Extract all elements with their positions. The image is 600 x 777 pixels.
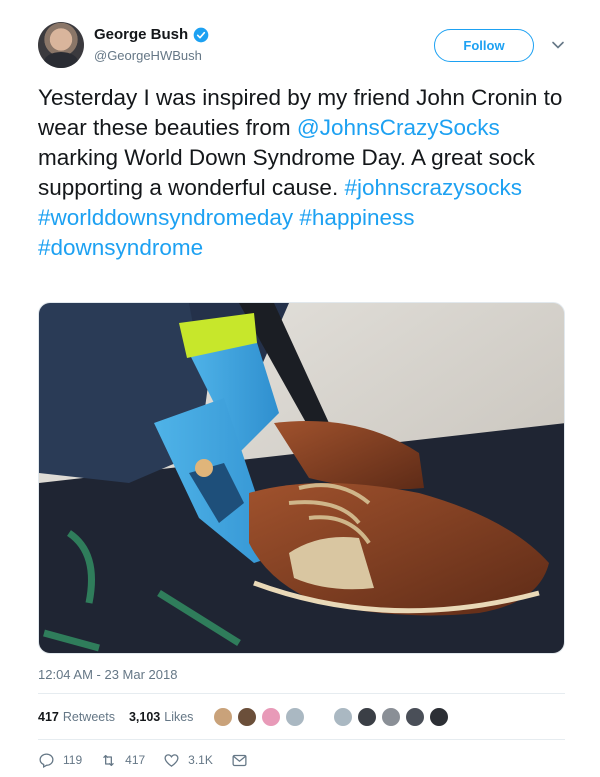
retweets-label: Retweets	[62, 710, 115, 724]
mention-link[interactable]: @JohnsCrazySocks	[297, 115, 500, 140]
likes-label: Likes	[164, 710, 194, 724]
like-action[interactable]: 3.1K	[163, 752, 213, 769]
author-handle[interactable]: @GeorgeHWBush	[94, 48, 209, 63]
reply-action[interactable]: 119	[38, 752, 82, 769]
like-count: 3.1K	[188, 753, 213, 767]
photo-socks-shoes	[39, 303, 564, 653]
liker-avatar[interactable]	[212, 706, 234, 728]
retweets-count: 417	[38, 710, 59, 724]
likes-stat[interactable]: 3,103 Likes	[129, 710, 193, 724]
like-icon	[164, 753, 179, 767]
direct-message-action[interactable]	[231, 752, 248, 769]
verified-badge-icon	[193, 27, 209, 43]
reply-icon	[39, 752, 54, 768]
liker-avatar[interactable]	[284, 706, 306, 728]
hashtag-link[interactable]: #worlddownsyndromeday	[38, 205, 293, 230]
liker-avatar[interactable]	[308, 706, 330, 728]
author-avatar[interactable]	[38, 22, 84, 68]
liker-avatar[interactable]	[260, 706, 282, 728]
liker-avatar[interactable]	[236, 706, 258, 728]
follow-button[interactable]: Follow	[434, 29, 534, 62]
hashtag-link[interactable]: #johnscrazysocks	[344, 175, 522, 200]
retweet-action[interactable]: 417	[100, 752, 145, 769]
tweet-photo[interactable]	[38, 302, 565, 654]
liker-avatar[interactable]	[380, 706, 402, 728]
liker-avatar[interactable]	[332, 706, 354, 728]
author-display-name[interactable]: George Bush	[94, 26, 188, 43]
reply-count: 119	[63, 753, 83, 767]
liker-avatar[interactable]	[404, 706, 426, 728]
tweet-text: Yesterday I was inspired by my friend Jo…	[38, 83, 568, 263]
tweet-header: George Bush @GeorgeHWBush Follow	[38, 22, 568, 70]
hashtag-link[interactable]: #happiness	[299, 205, 414, 230]
tweet-stats: 417 Retweets 3,103 Likes	[38, 703, 207, 731]
liker-avatars	[212, 703, 450, 731]
liker-avatar[interactable]	[428, 706, 450, 728]
chevron-down-icon[interactable]	[551, 38, 565, 52]
likes-count: 3,103	[128, 710, 161, 724]
divider	[38, 739, 565, 740]
liker-avatar[interactable]	[356, 706, 378, 728]
author-name-block: George Bush @GeorgeHWBush	[94, 26, 209, 63]
tweet-actions: 119 417 3.1K	[38, 749, 266, 771]
retweets-stat[interactable]: 417 Retweets	[38, 710, 115, 724]
retweet-icon	[103, 754, 115, 766]
divider	[38, 693, 565, 694]
direct-message-icon	[232, 754, 247, 766]
tweet-timestamp[interactable]: 12:04 AM - 23 Mar 2018	[38, 667, 177, 682]
retweet-count: 417	[125, 753, 146, 767]
hashtag-link[interactable]: #downsyndrome	[38, 235, 203, 260]
